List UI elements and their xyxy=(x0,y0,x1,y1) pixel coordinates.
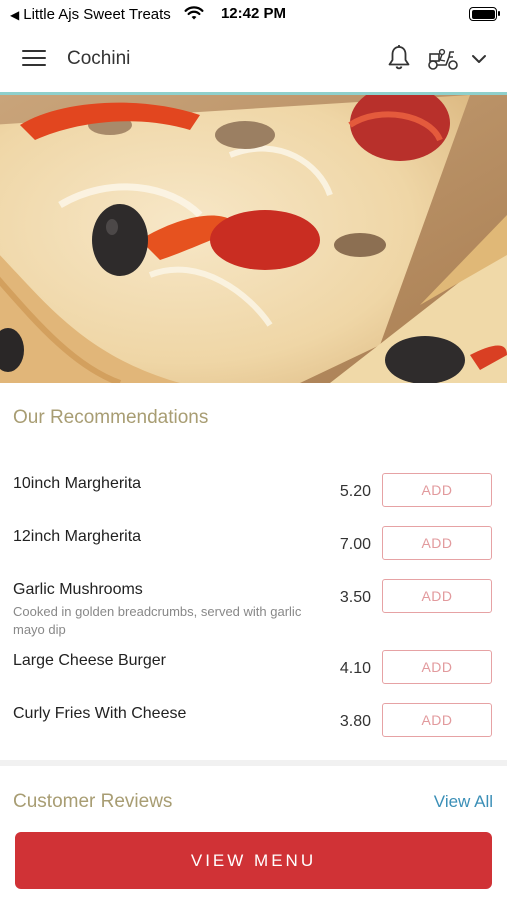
section-divider xyxy=(0,760,507,766)
reviews-title: Customer Reviews xyxy=(13,791,173,812)
add-button[interactable]: ADD xyxy=(382,526,492,560)
restaurant-title: Cochini xyxy=(67,48,131,69)
chevron-down-icon[interactable] xyxy=(470,50,488,68)
item-price: 3.80 xyxy=(339,713,371,730)
add-button[interactable]: ADD xyxy=(382,650,492,684)
battery-icon xyxy=(469,7,500,21)
item-description: Cooked in golden breadcrumbs, served wit… xyxy=(13,604,302,637)
add-button[interactable]: ADD xyxy=(382,473,492,507)
recommendations-title: Our Recommendations xyxy=(13,407,209,428)
bell-icon[interactable] xyxy=(386,44,412,72)
item-price: 7.00 xyxy=(339,536,371,553)
add-button[interactable]: ADD xyxy=(382,579,492,613)
pizza-illustration xyxy=(0,95,507,383)
item-price: 3.50 xyxy=(339,589,371,606)
item-name: Large Cheese Burger xyxy=(13,652,166,669)
hamburger-menu-icon[interactable] xyxy=(22,50,46,68)
item-name: Curly Fries With Cheese xyxy=(13,705,187,722)
item-name: 12inch Margherita xyxy=(13,528,142,545)
view-menu-button[interactable]: VIEW MENU xyxy=(15,832,492,889)
status-time: 12:42 PM xyxy=(220,5,287,22)
delivery-scooter-icon[interactable] xyxy=(426,46,460,72)
app-header: Cochini xyxy=(0,28,507,95)
item-name: Garlic Mushrooms xyxy=(13,581,143,598)
item-name: 10inch Margherita xyxy=(13,475,142,492)
status-bar: ◀ Little Ajs Sweet Treats 12:42 PM xyxy=(0,0,507,28)
add-button[interactable]: ADD xyxy=(382,703,492,737)
hero-pizza-image xyxy=(0,95,507,383)
item-price: 4.10 xyxy=(339,660,371,677)
view-all-reviews-link[interactable]: View All xyxy=(434,792,493,812)
item-price: 5.20 xyxy=(339,483,371,500)
